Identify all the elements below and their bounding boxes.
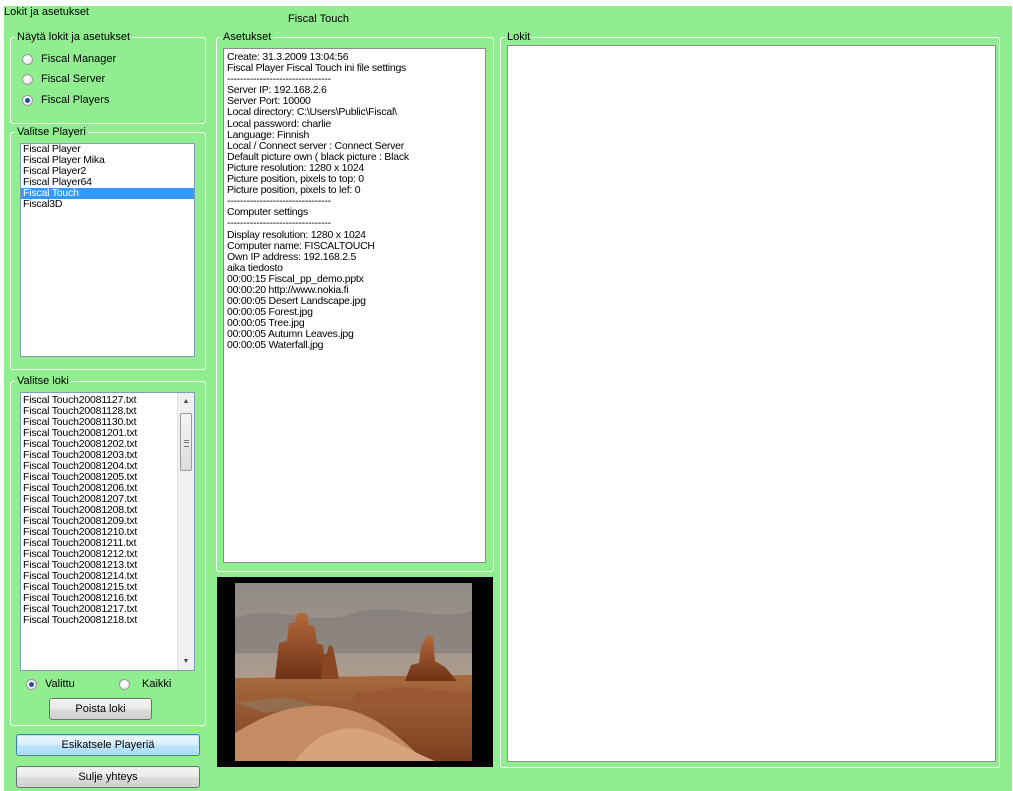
show-group-legend: Näytä lokit ja asetukset: [17, 31, 131, 43]
scroll-grip-icon: [184, 440, 189, 447]
settings-line: Local password: charlie: [227, 117, 331, 130]
close-connection-button[interactable]: Sulje yhteys: [16, 766, 200, 788]
radio-fiscal-server[interactable]: Fiscal Server: [22, 73, 105, 85]
player-item[interactable]: Fiscal3D: [21, 199, 194, 210]
app-label: Lokit ja asetukset: [4, 6, 89, 18]
delete-log-button[interactable]: Poista loki: [49, 698, 152, 720]
logs-group-legend: Lokit: [507, 31, 531, 43]
log-listbox[interactable]: Fiscal Touch20081127.txt Fiscal Touch200…: [20, 392, 195, 671]
radio-dot: [22, 53, 33, 65]
radio-fiscal-manager[interactable]: Fiscal Manager: [22, 53, 116, 65]
settings-line: --------------------------------: [227, 217, 331, 230]
radio-label: Fiscal Server: [41, 73, 106, 85]
log-group-legend: Valitse loki: [17, 375, 69, 387]
radio-label: Fiscal Players: [41, 94, 110, 106]
settings-textbox[interactable]: Create: 31.3.2009 13:04:56 Fiscal Player …: [223, 48, 486, 563]
log-item[interactable]: Fiscal Touch20081218.txt: [21, 615, 194, 626]
log-items: Fiscal Touch20081127.txt Fiscal Touch200…: [21, 393, 194, 626]
settings-line: Display resolution: 1280 x 1024: [227, 228, 366, 241]
radio-label: Valittu: [45, 678, 75, 690]
radio-valittu[interactable]: Valittu: [26, 678, 75, 690]
settings-line: Local directory: C:\Users\Public\Fiscal\: [227, 106, 397, 119]
app-window: Lokit ja asetukset Fiscal Touch Näytä lo…: [4, 6, 1012, 791]
player-listbox[interactable]: Fiscal Player Fiscal Player Mika Fiscal …: [20, 143, 195, 357]
preview-image: [235, 583, 472, 761]
radio-dot: [22, 73, 33, 85]
scroll-down-icon[interactable]: ▼: [178, 653, 194, 670]
scroll-up-icon[interactable]: ▲: [178, 393, 194, 410]
scroll-thumb[interactable]: [180, 413, 192, 471]
settings-lines: Create: 31.3.2009 13:04:56 Fiscal Player …: [227, 51, 482, 352]
preview-player-button[interactable]: Esikatsele Playeriä: [16, 734, 200, 756]
radio-label: Fiscal Manager: [41, 53, 117, 65]
player-group-legend: Valitse Playeri: [17, 126, 86, 138]
radio-fiscal-players[interactable]: Fiscal Players: [22, 94, 109, 106]
settings-line: 00:00:05 Waterfall.jpg: [227, 339, 324, 352]
settings-group-legend: Asetukset: [223, 31, 272, 43]
player-title: Fiscal Touch: [288, 13, 349, 25]
radio-dot-selected: [26, 678, 37, 690]
logs-textbox[interactable]: [507, 45, 996, 762]
radio-kaikki[interactable]: Kaikki: [119, 678, 171, 690]
radio-dot-selected: [22, 94, 33, 106]
player-preview: [217, 577, 493, 767]
desert-landscape-image: [235, 583, 472, 761]
radio-label: Kaikki: [142, 678, 172, 690]
radio-dot: [119, 678, 130, 690]
log-scrollbar[interactable]: ▲ ▼: [177, 393, 194, 670]
